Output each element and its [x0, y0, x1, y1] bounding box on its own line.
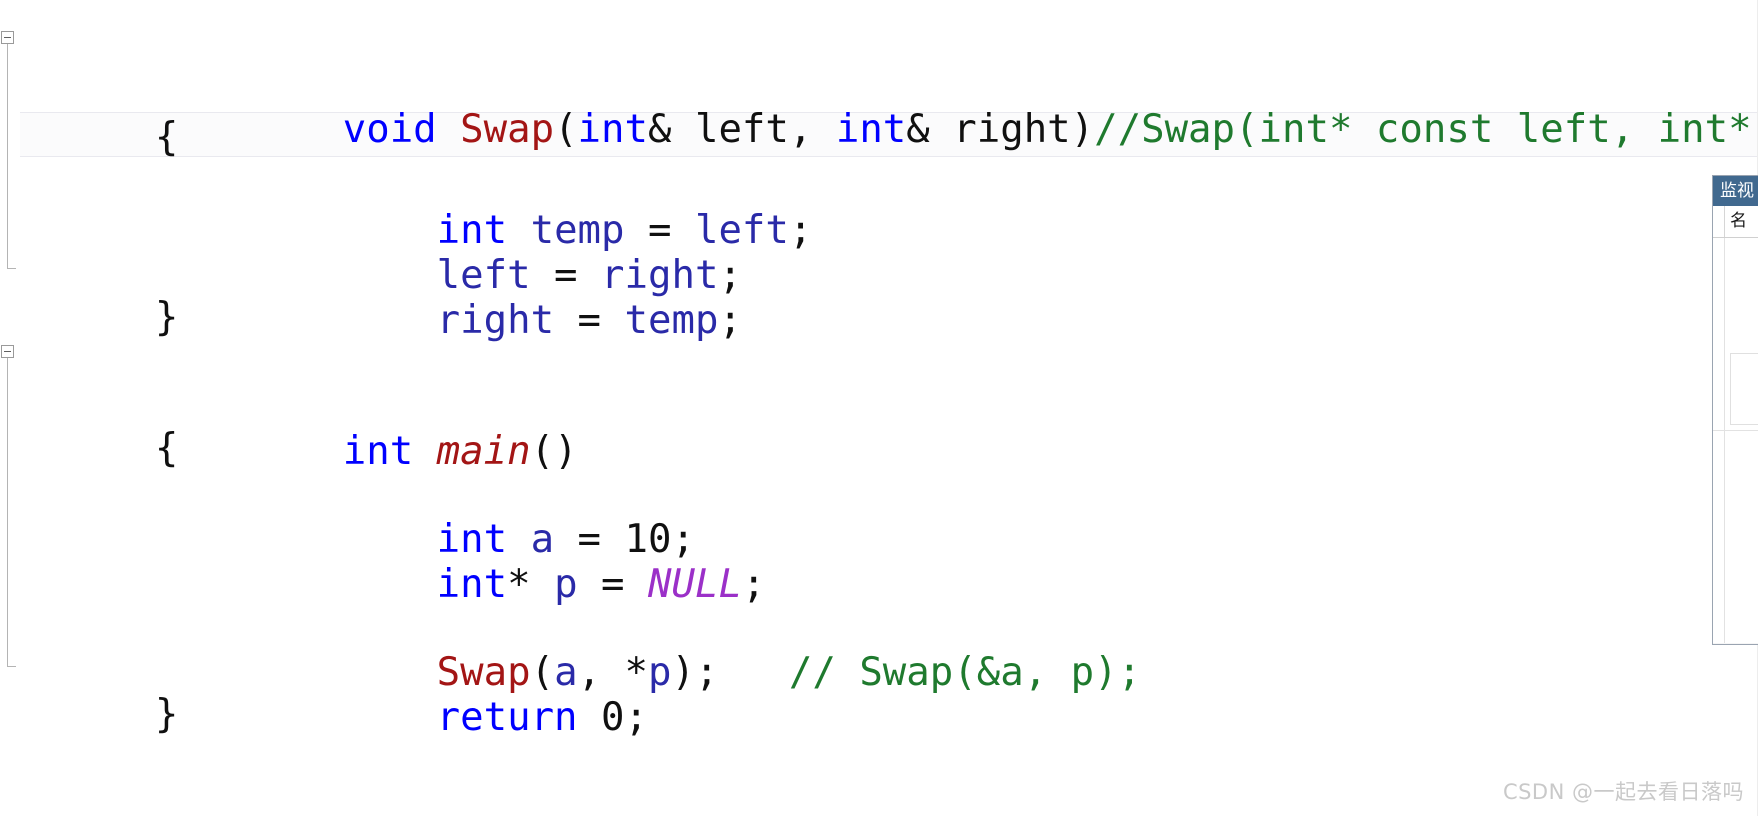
- code-line[interactable]: {: [0, 66, 178, 160]
- watch-window[interactable]: 监视 名: [1712, 175, 1758, 645]
- token-variable: p: [648, 650, 672, 695]
- code-line-blank[interactable]: [0, 510, 155, 558]
- code-surface[interactable]: void Swap(int& left, int& right)//Swap(i…: [0, 0, 1758, 816]
- token-semicolon: ;: [788, 208, 813, 253]
- code-line-content: return 0;: [141, 646, 648, 790]
- code-line-content: }: [141, 691, 178, 739]
- code-editor[interactable]: void Swap(int& left, int& right)//Swap(i…: [0, 0, 1758, 816]
- csdn-watermark: CSDN @一起去看日落吗: [1502, 780, 1744, 804]
- token-variable: temp: [624, 298, 719, 343]
- collapse-box-main[interactable]: [1, 345, 14, 358]
- outline-connector-swap: [7, 44, 8, 268]
- code-line[interactable]: {: [0, 377, 178, 471]
- token-semicolon: ;: [624, 695, 648, 740]
- outline-connector-main: [7, 358, 8, 666]
- collapse-box-swap[interactable]: [1, 31, 14, 44]
- watch-window-body[interactable]: [1713, 238, 1758, 643]
- code-line[interactable]: Swap(a, *p); // Swap(&a, p);: [0, 553, 1141, 695]
- watch-header-gutter: [1713, 206, 1725, 237]
- watch-column-header-row[interactable]: 名: [1713, 206, 1758, 238]
- watch-gutter-strip: [1713, 238, 1725, 643]
- code-line[interactable]: right = temp;: [0, 201, 742, 343]
- code-line[interactable]: int main(): [0, 332, 578, 474]
- outline-margin[interactable]: [0, 0, 20, 816]
- code-line[interactable]: }: [0, 246, 178, 340]
- code-line[interactable]: int* p = NULL;: [0, 465, 766, 607]
- code-line[interactable]: int a = 10;: [0, 420, 695, 562]
- code-line-current[interactable]: int temp = left;: [0, 111, 813, 253]
- outline-foot-swap: [7, 268, 16, 269]
- token-brace: }: [154, 692, 179, 737]
- token-keyword: return: [436, 695, 578, 740]
- token-comment: // Swap(&a, p);: [788, 650, 1142, 695]
- token-plain: );: [671, 650, 789, 695]
- watch-window-title: 监视: [1713, 176, 1758, 206]
- code-line[interactable]: left = right;: [0, 156, 742, 298]
- token-keyword: int: [835, 107, 907, 152]
- token-number: 0: [601, 695, 625, 740]
- watch-column-name[interactable]: 名: [1725, 206, 1758, 237]
- watch-row-separator: [1713, 430, 1758, 431]
- code-line[interactable]: void Swap(int& left, int& right)//Swap(i…: [0, 10, 1758, 152]
- outline-foot-main: [7, 666, 16, 667]
- code-line[interactable]: }: [0, 643, 178, 737]
- token-plain: & right): [906, 107, 1095, 152]
- code-line[interactable]: return 0;: [0, 598, 648, 740]
- watch-row-cell[interactable]: [1730, 353, 1758, 425]
- token-semicolon: ;: [718, 298, 742, 343]
- token-comment: //Swap(int* const left, int* const right…: [1094, 107, 1752, 152]
